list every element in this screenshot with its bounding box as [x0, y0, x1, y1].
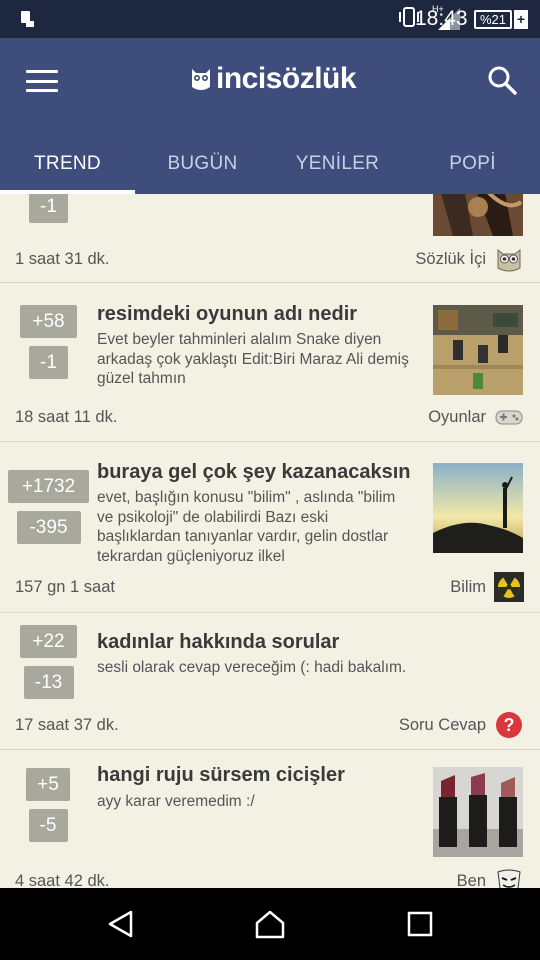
- svg-text:?: ?: [504, 715, 515, 735]
- search-icon[interactable]: [486, 64, 518, 96]
- entry-time: 157 gn 1 saat: [15, 578, 115, 596]
- entry-time: 4 saat 42 dk.: [15, 872, 110, 888]
- upvote-button[interactable]: +5: [26, 768, 70, 801]
- radiation-icon: [494, 572, 524, 602]
- entry-feed[interactable]: -1 1 saat 31 dk. Sözlük İçi +58 -1 resim…: [0, 194, 540, 888]
- app-bar: incisözlük TREND BUGÜN YENİLER POPİ: [0, 38, 540, 194]
- system-nav-bar: [0, 888, 540, 960]
- tab-bugun[interactable]: BUGÜN: [135, 134, 270, 194]
- back-icon[interactable]: [105, 908, 137, 940]
- clock: 18:43: [415, 7, 468, 30]
- menu-icon[interactable]: [22, 66, 62, 96]
- downvote-button[interactable]: -1: [29, 346, 68, 379]
- owl-logo-icon: [192, 69, 210, 90]
- entry-excerpt: sesli olarak cevap vereceğim (: hadi bak…: [97, 659, 407, 676]
- entry-title[interactable]: buraya gel çok şey kazanacaksın: [97, 461, 411, 484]
- downvote-button[interactable]: -5: [28, 809, 68, 842]
- entry-time: 18 saat 11 dk.: [15, 408, 118, 426]
- category-link[interactable]: Bilim: [450, 572, 524, 602]
- entry-excerpt: ayy karar veremedim :/: [97, 793, 255, 810]
- tab-popi[interactable]: POPİ: [405, 134, 540, 194]
- category-link[interactable]: Ben: [457, 866, 524, 888]
- tab-trend[interactable]: TREND: [0, 134, 135, 194]
- entry-card[interactable]: +58 -1 resimdeki oyunun adı nedir Evet b…: [0, 283, 540, 442]
- status-bar: H+ %21 + 18:43: [0, 0, 540, 38]
- usb-debug-icon: [18, 9, 36, 34]
- upvote-button[interactable]: +58: [20, 305, 77, 338]
- category-link[interactable]: Sözlük İçi: [415, 244, 524, 274]
- downvote-button[interactable]: -1: [29, 194, 68, 223]
- upvote-button[interactable]: +22: [20, 625, 77, 658]
- entry-title[interactable]: resimdeki oyunun adı nedir: [97, 303, 357, 326]
- downvote-button[interactable]: -13: [23, 666, 74, 699]
- entry-card[interactable]: -1 1 saat 31 dk. Sözlük İçi: [0, 194, 540, 283]
- gamepad-icon: [494, 402, 524, 432]
- category-link[interactable]: Soru Cevap ?: [399, 710, 524, 740]
- entry-title[interactable]: kadınlar hakkında sorular: [97, 631, 339, 654]
- entry-excerpt: evet, başlığın konusu "bilim" , aslında …: [97, 489, 396, 565]
- battery-indicator: %21 +: [474, 9, 528, 29]
- entry-thumbnail[interactable]: [433, 463, 523, 553]
- entry-thumbnail[interactable]: [433, 305, 523, 395]
- entry-time: 17 saat 37 dk.: [15, 716, 119, 734]
- tab-bar: TREND BUGÜN YENİLER POPİ: [0, 134, 540, 194]
- entry-excerpt: Evet beyler tahminleri alalım Snake diye…: [97, 331, 409, 387]
- entry-title[interactable]: hangi ruju sürsem cicişler: [97, 764, 345, 787]
- category-link[interactable]: Oyunlar: [428, 402, 524, 432]
- home-icon[interactable]: [254, 908, 286, 940]
- entry-time: 1 saat 31 dk.: [15, 250, 110, 268]
- owl-icon: [494, 244, 524, 274]
- recents-icon[interactable]: [404, 908, 436, 940]
- mask-icon: [494, 866, 524, 888]
- entry-thumbnail[interactable]: [433, 767, 523, 857]
- entry-card[interactable]: +5 -5 hangi ruju sürsem cicişler ayy kar…: [0, 750, 540, 888]
- entry-card[interactable]: +22 -13 kadınlar hakkında sorular sesli …: [0, 613, 540, 750]
- entry-card[interactable]: +1732 -395 buraya gel çok şey kazanacaks…: [0, 442, 540, 613]
- tab-yeniler[interactable]: YENİLER: [270, 134, 405, 194]
- entry-thumbnail: [433, 194, 523, 236]
- upvote-button[interactable]: +1732: [8, 470, 89, 503]
- app-logo: incisözlük: [190, 62, 357, 96]
- question-icon: ?: [494, 710, 524, 740]
- downvote-button[interactable]: -395: [16, 511, 81, 544]
